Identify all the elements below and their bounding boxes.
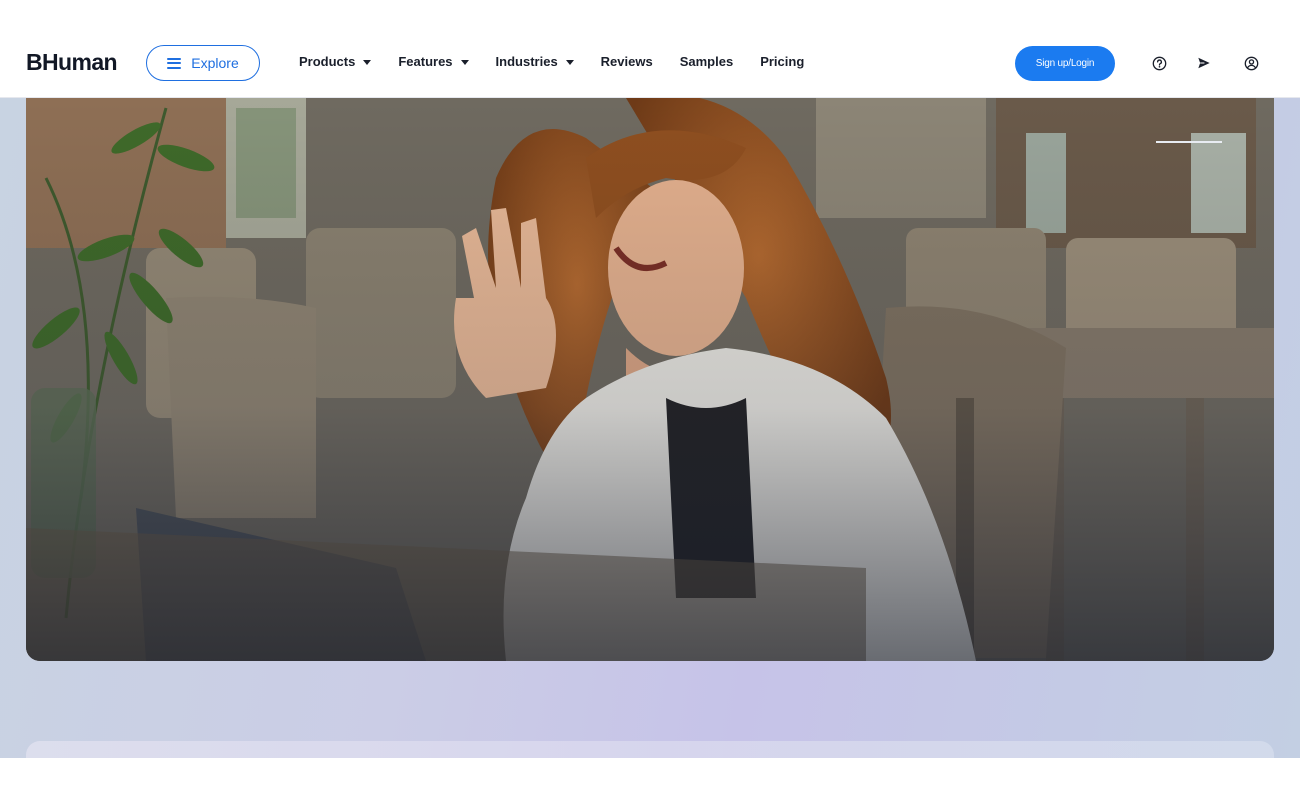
- top-navigation: BHuman Explore Products Features Industr…: [0, 0, 1300, 98]
- hero-image: [26, 98, 1274, 661]
- main-nav: Products Features Industries Reviews Sam…: [299, 54, 831, 69]
- nav-industries[interactable]: Industries: [496, 54, 574, 69]
- nav-features-label: Features: [398, 54, 453, 69]
- nav-reviews-label: Reviews: [600, 54, 653, 69]
- nav-features[interactable]: Features: [398, 54, 469, 69]
- nav-products-label: Products: [299, 54, 356, 69]
- nav-pricing[interactable]: Pricing: [760, 54, 804, 69]
- explore-label: Explore: [191, 55, 239, 71]
- send-icon[interactable]: [1195, 54, 1213, 72]
- account-icon[interactable]: [1242, 54, 1260, 72]
- help-icon[interactable]: [1150, 54, 1168, 72]
- chevron-down-icon: [460, 59, 469, 65]
- nav-industries-label: Industries: [495, 54, 558, 69]
- logo[interactable]: BHuman: [26, 49, 118, 76]
- signup-login-button[interactable]: Sign up/Login: [1015, 46, 1115, 81]
- nav-pricing-label: Pricing: [760, 54, 805, 69]
- page-bottom: [0, 758, 1300, 788]
- nav-reviews[interactable]: Reviews: [601, 54, 653, 69]
- chevron-down-icon: [565, 59, 574, 65]
- chevron-down-icon: [363, 59, 372, 65]
- nav-samples-label: Samples: [679, 54, 734, 69]
- slide-indicator[interactable]: [1156, 141, 1222, 143]
- nav-samples[interactable]: Samples: [680, 54, 733, 69]
- menu-icon: [167, 57, 182, 69]
- nav-products[interactable]: Products: [299, 54, 372, 69]
- explore-button[interactable]: Explore: [146, 45, 260, 81]
